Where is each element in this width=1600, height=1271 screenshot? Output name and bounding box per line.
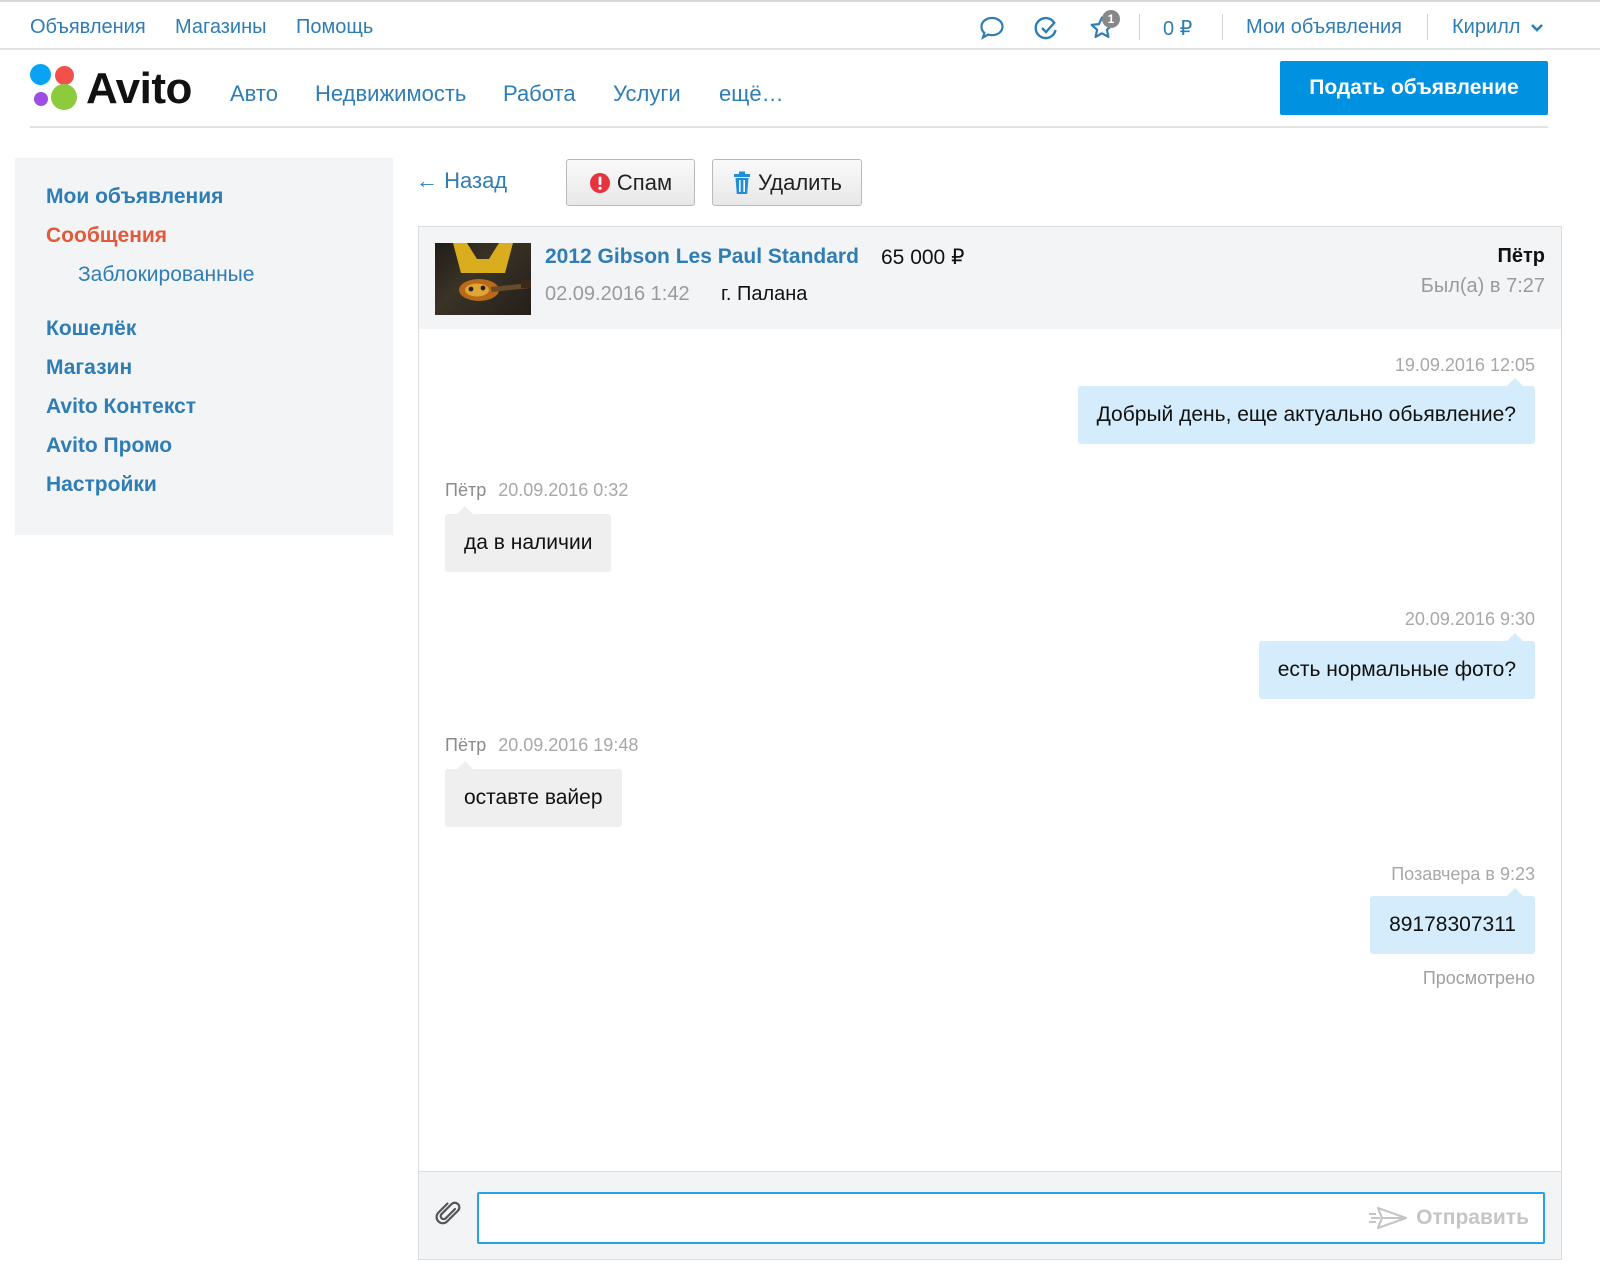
top-link-shops[interactable]: Магазины [175, 16, 267, 39]
trash-icon [734, 171, 750, 194]
header-divider [30, 126, 1548, 128]
top-utility-bar: Объявления Магазины Помощь 1 0 ₽ Мои объ… [0, 0, 1600, 50]
top-link-ads[interactable]: Объявления [30, 16, 146, 39]
messages-icon[interactable] [976, 12, 1008, 44]
sidebar-item-context[interactable]: Avito Контекст [46, 395, 196, 419]
spam-label: Спам [616, 169, 673, 195]
message-author: Пётр [445, 480, 487, 500]
favorites-badge: 1 [1102, 10, 1120, 28]
post-ad-button[interactable]: Подать объявление [1280, 61, 1548, 115]
message-time: Позавчера в 9:23 [1391, 864, 1535, 884]
ad-date: 02.09.2016 1:42 [545, 283, 690, 305]
message-time: 20.09.2016 19:48 [498, 735, 639, 755]
top-link-my-ads[interactable]: Мои объявления [1246, 16, 1402, 39]
user-name: Кирилл [1452, 16, 1521, 38]
chevron-down-icon [1531, 24, 1543, 32]
category-more[interactable]: ещё… [719, 81, 784, 107]
send-label: Отправить [1416, 1206, 1529, 1229]
peer-name: Пётр [1497, 245, 1545, 267]
message-meta: Пётр 20.09.2016 19:48 [445, 735, 638, 756]
logo-dot-green [51, 84, 77, 110]
chat-header: 2012 Gibson Les Paul Standard 65 000 ₽ 0… [419, 227, 1561, 329]
sidebar-item-wallet[interactable]: Кошелёк [46, 317, 136, 341]
peer-last-seen: Был(а) в 7:27 [1420, 275, 1545, 297]
divider [1139, 14, 1140, 40]
spam-button[interactable]: Спам [566, 159, 695, 206]
top-link-help[interactable]: Помощь [296, 16, 373, 39]
sidebar-item-settings[interactable]: Настройки [46, 473, 157, 497]
avito-logo[interactable]: Avito [30, 64, 200, 113]
account-sidebar: Мои объявления Сообщения Заблокированные… [15, 158, 393, 535]
back-link[interactable]: ← Назад [416, 168, 507, 194]
favorites-star-icon[interactable]: 1 [1086, 10, 1120, 44]
message-time: 19.09.2016 12:05 [1394, 355, 1535, 375]
message-time: 20.09.2016 0:32 [498, 480, 629, 500]
category-services[interactable]: Услуги [613, 81, 681, 107]
logo-dot-red [55, 66, 74, 85]
ad-thumbnail[interactable] [435, 243, 531, 315]
logo-dot-blue [30, 64, 51, 85]
sidebar-item-my-ads[interactable]: Мои объявления [46, 185, 223, 209]
paper-plane-icon [1369, 1206, 1408, 1230]
read-status: Просмотрено [1422, 968, 1535, 988]
logo-text: Avito [86, 64, 192, 113]
message-bubble-outgoing: 89178307311 [1370, 888, 1535, 954]
sidebar-item-shop[interactable]: Магазин [46, 356, 132, 380]
message-meta: Пётр 20.09.2016 0:32 [445, 480, 628, 501]
logo-dot-purple [34, 92, 48, 106]
sidebar-item-blocked[interactable]: Заблокированные [78, 263, 254, 287]
user-menu[interactable]: Кирилл [1452, 16, 1544, 39]
attach-paperclip-icon[interactable] [433, 1198, 465, 1230]
ad-title-link[interactable]: 2012 Gibson Les Paul Standard [545, 245, 859, 269]
send-button[interactable]: Отправить [1368, 1202, 1529, 1234]
category-jobs[interactable]: Работа [503, 81, 576, 107]
message-time: 20.09.2016 9:30 [1404, 609, 1535, 629]
sidebar-item-promo[interactable]: Avito Промо [46, 434, 172, 458]
warning-icon [589, 172, 610, 193]
delete-label: Удалить [758, 169, 842, 195]
message-bubble-outgoing: есть нормальные фото? [1258, 633, 1535, 699]
ad-city: г. Палана [721, 283, 808, 305]
ad-price: 65 000 ₽ [881, 246, 965, 269]
category-auto[interactable]: Авто [230, 81, 278, 107]
delete-button[interactable]: Удалить [712, 159, 862, 206]
message-bubble-outgoing: Добрый день, еще актуально обьявление? [1077, 378, 1535, 444]
message-bubble-incoming: оставте вайер [445, 761, 622, 827]
divider [1427, 14, 1428, 40]
balance-link[interactable]: 0 ₽ [1163, 16, 1192, 41]
divider [1222, 14, 1223, 40]
category-realty[interactable]: Недвижимость [315, 81, 466, 107]
notifications-icon[interactable] [1030, 12, 1062, 44]
message-author: Пётр [445, 735, 487, 755]
message-composer: Отправить [419, 1171, 1561, 1259]
sidebar-item-messages[interactable]: Сообщения [46, 224, 167, 248]
chat-panel: 2012 Gibson Les Paul Standard 65 000 ₽ 0… [418, 226, 1562, 1260]
message-bubble-incoming: да в наличии [445, 506, 612, 572]
